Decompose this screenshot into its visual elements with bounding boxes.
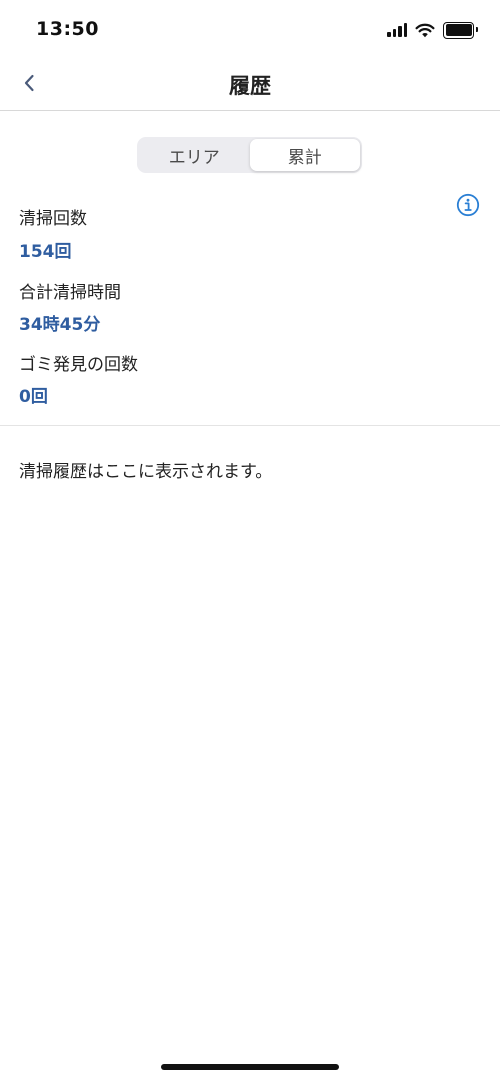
status-icons	[387, 20, 478, 40]
battery-icon	[443, 21, 478, 39]
total-cleaning-time-value: 34時45分	[19, 315, 101, 335]
nav-bar: 履歴	[0, 58, 500, 111]
dirt-detection-count-label: ゴミ発見の回数	[19, 355, 138, 375]
cleaning-count-label: 清掃回数	[19, 209, 87, 229]
segmented-control: エリア 累計	[137, 137, 362, 173]
cleaning-count-value: 154回	[19, 242, 72, 262]
info-button[interactable]	[456, 193, 480, 217]
total-cleaning-time-label: 合計清掃時間	[19, 283, 121, 303]
history-placeholder: 清掃履歴はここに表示されます。	[19, 462, 273, 482]
dirt-detection-count-value: 0回	[19, 387, 48, 407]
info-icon	[456, 193, 480, 217]
wifi-icon	[415, 23, 435, 37]
tab-cumulative[interactable]: 累計	[249, 139, 360, 171]
page-title: 履歴	[229, 74, 271, 98]
divider	[0, 425, 500, 426]
home-indicator[interactable]	[161, 1064, 339, 1070]
tab-area[interactable]: エリア	[139, 139, 250, 171]
status-time: 13:50	[36, 18, 99, 40]
status-bar: 13:50	[0, 0, 500, 58]
signal-icon	[387, 23, 407, 37]
